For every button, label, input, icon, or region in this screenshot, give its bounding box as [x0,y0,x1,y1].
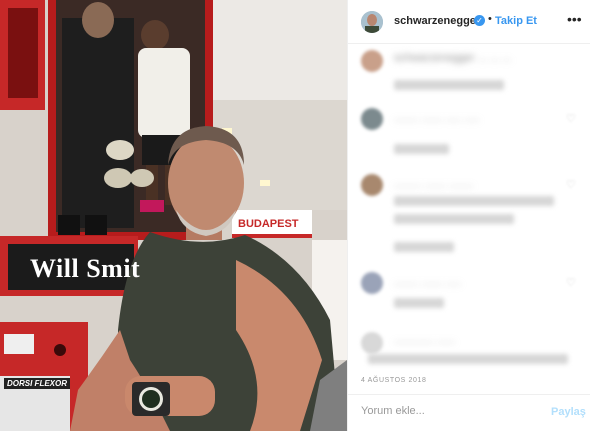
comment-blur-line [368,354,568,364]
commenter-avatar[interactable] [361,272,383,294]
more-options-icon[interactable]: ••• [567,11,582,27]
comment-blur-line [394,144,449,154]
comment-blur-line [394,298,444,308]
avatar[interactable] [361,11,383,33]
comment-text: ............. ...... [394,334,456,346]
photo-illustration [0,0,347,431]
photo-device-text: DORSI FLEXOR [4,378,71,389]
comment-blur-line [394,80,504,90]
photo-poster-text: BUDAPEST [238,218,299,230]
comment-list[interactable]: schwarzenegger ... ... ... ........ ....… [348,44,590,370]
verified-badge-icon: ✓ [474,15,485,26]
photo-wall-text: Will Smit [30,254,141,283]
comment-text: schwarzenegger ... ... ... [394,52,512,64]
follow-button[interactable]: Takip Et [495,15,537,27]
header-separator: • [488,13,492,25]
avatar-image [361,11,383,33]
commenter-avatar[interactable] [361,50,383,72]
comment-item: ........ ....... ..... ♡ [348,272,590,332]
comment-text: ........ ....... ..... ..... [394,112,480,124]
commenter-avatar[interactable] [361,108,383,130]
comment-item: schwarzenegger ... ... ... [348,50,590,94]
comment-blur-line [394,214,514,224]
comment-blur-line [394,196,554,206]
like-comment-icon[interactable]: ♡ [566,276,576,289]
comment-text: ......... ....... ........ [394,178,474,190]
commenter-avatar[interactable] [361,174,383,196]
post-comment-button[interactable]: Paylaş [551,406,586,418]
comment-text: ........ ....... ..... [394,276,462,288]
post-date[interactable]: 4 AĞUSTOS 2018 [361,377,426,384]
like-comment-icon[interactable]: ♡ [566,178,576,191]
post-photo[interactable]: Will Smit BUDAPEST DORSI FLEXOR [0,0,347,431]
like-comment-icon[interactable]: ♡ [566,112,576,125]
comment-item: ........ ....... ..... ..... ♡ [348,108,590,168]
comment-blur-line [394,242,454,252]
post-header: schwarzenegger ✓ • Takip Et ••• [348,0,590,44]
comment-bar: Paylaş [348,394,590,431]
commenter-avatar[interactable] [361,332,383,354]
comment-input[interactable] [361,405,541,417]
username-link[interactable]: schwarzenegger [394,15,480,27]
comment-item: ............. ...... [348,328,590,368]
post-side-panel: schwarzenegger ✓ • Takip Et ••• schwarze… [347,0,590,431]
comment-item: ......... ....... ........ ♡ [348,174,590,264]
